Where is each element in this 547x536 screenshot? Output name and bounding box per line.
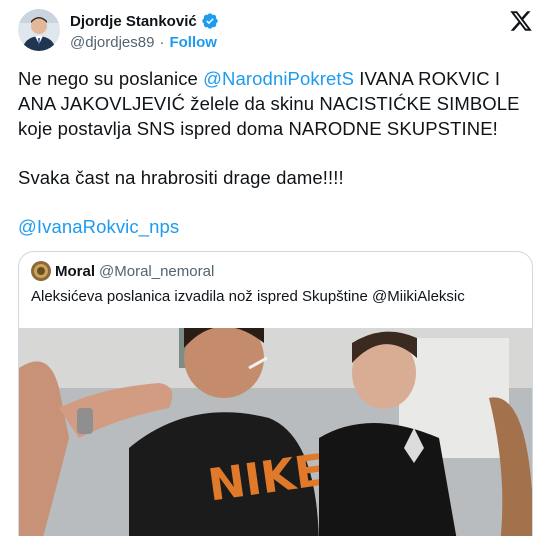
separator-dot: · — [159, 33, 165, 51]
mention-link[interactable]: @NarodniPokretS — [203, 68, 354, 89]
tweet-text-span: ANA JAKOVLJEVIĆ želele da skinu NACISTIĆ… — [18, 93, 520, 114]
quoted-tweet[interactable]: Moral @Moral_nemoral Aleksićeva poslanic… — [18, 251, 533, 536]
tweet-header: Djordje Stanković @djordjes89 · Follow — [18, 9, 533, 57]
follow-button[interactable]: Follow — [169, 34, 217, 51]
tweet-text-span: koje postavlja SNS ispred doma NARODNE S… — [18, 118, 498, 139]
tweet-text-span: IVANA ROKVIC I — [354, 68, 501, 89]
quoted-tweet-text: Aleksićeva poslanica izvadila nož ispred… — [31, 288, 465, 305]
tweet-line: ANA JAKOVLJEVIĆ želele da skinu NACISTIĆ… — [18, 91, 533, 116]
tweet-line: Ne nego su poslanice @NarodniPokretS IVA… — [18, 66, 533, 91]
tweet-body: Ne nego su poslanice @NarodniPokretS IVA… — [18, 66, 533, 239]
author-avatar[interactable] — [18, 9, 60, 51]
tweet-text-span: Svaka čast na hrabrositi drage dame!!!! — [18, 167, 344, 188]
tweet-line: @IvanaRokvic_nps — [18, 214, 533, 239]
tweet-line: koje postavlja SNS ispred doma NARODNE S… — [18, 116, 533, 141]
quoted-tweet-header: Moral @Moral_nemoral — [31, 261, 214, 281]
quoted-author-name[interactable]: Moral — [55, 263, 95, 280]
author-display-name[interactable]: Djordje Stanković — [70, 13, 197, 30]
quoted-tweet-media[interactable]: NIKE — [19, 328, 532, 536]
verified-badge-icon — [201, 12, 219, 30]
quoted-author-avatar[interactable] — [31, 261, 51, 281]
x-logo-icon[interactable] — [509, 9, 533, 33]
author-handle[interactable]: @djordjes89 — [70, 34, 154, 51]
mention-link[interactable]: @IvanaRokvic_nps — [18, 216, 179, 237]
tweet-text-span: Ne nego su poslanice — [18, 68, 204, 89]
tweet-line: Svaka čast na hrabrositi drage dame!!!! — [18, 165, 533, 190]
quoted-author-handle[interactable]: @Moral_nemoral — [99, 263, 214, 280]
author-identity: Djordje Stanković @djordjes89 · Follow — [70, 9, 219, 52]
